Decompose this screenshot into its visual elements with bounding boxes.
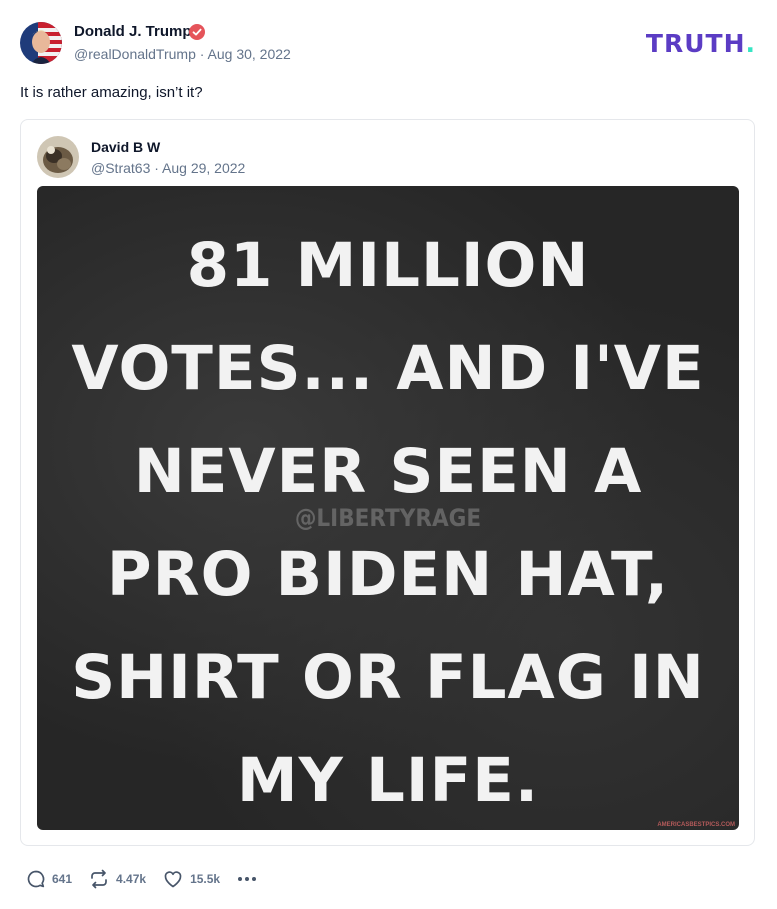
retruth-icon	[91, 869, 107, 889]
meta-separator: ·	[199, 46, 208, 62]
image-line: SHIRT OR FLAG IN	[71, 642, 705, 713]
action-bar: 641 4.47k 15.5k	[26, 867, 258, 891]
brand-dot: .	[745, 29, 756, 58]
retruth-button[interactable]: 4.47k	[88, 869, 146, 889]
image-watermark: @LIBERTYRAGE	[294, 504, 482, 532]
like-button[interactable]: 15.5k	[162, 869, 220, 889]
quote-author-avatar[interactable]	[37, 136, 79, 178]
image-line: 81 MILLION	[186, 230, 590, 301]
author-handle[interactable]: @realDonaldTrump	[74, 46, 196, 62]
more-icon	[238, 877, 257, 881]
author-name[interactable]: Donald J. Trump	[74, 23, 192, 40]
author-meta: @realDonaldTrump · Aug 30, 2022	[74, 46, 291, 62]
author-avatar[interactable]	[20, 22, 62, 64]
retruth-count: 4.47k	[116, 872, 147, 886]
reply-count: 641	[52, 872, 73, 886]
quote-author-meta: @Strat63 · Aug 29, 2022	[91, 160, 245, 176]
quote-meta-separator: ·	[154, 160, 163, 176]
quote-author-name[interactable]: David B W	[91, 139, 160, 155]
quote-author-handle[interactable]: @Strat63	[91, 160, 150, 176]
verified-badge-icon	[189, 24, 205, 40]
truth-post: Donald J. Trump @realDonaldTrump · Aug 3…	[0, 0, 777, 909]
quote-image[interactable]: 81 MILLION VOTES... AND I'VE NEVER SEEN …	[37, 186, 739, 830]
like-icon	[164, 871, 182, 888]
quoted-post[interactable]: David B W @Strat63 · Aug 29, 2022 81 MIL…	[20, 119, 755, 846]
post-date[interactable]: Aug 30, 2022	[208, 46, 291, 62]
post-text: It is rather amazing, isn’t it?	[20, 84, 203, 101]
image-line: VOTES... AND I'VE	[71, 333, 705, 404]
reply-button[interactable]: 641	[26, 869, 72, 889]
more-options-button[interactable]	[236, 869, 258, 889]
image-credit: AMERICASBESTPICS.COM	[657, 822, 735, 828]
like-count: 15.5k	[190, 872, 221, 886]
truth-logo[interactable]: TRUTH.	[646, 29, 756, 58]
reply-icon	[27, 870, 45, 888]
image-line: MY LIFE.	[236, 745, 540, 816]
image-line: PRO BIDEN HAT,	[106, 539, 670, 610]
quote-date[interactable]: Aug 29, 2022	[162, 160, 245, 176]
brand-word: TRUTH	[645, 29, 746, 58]
